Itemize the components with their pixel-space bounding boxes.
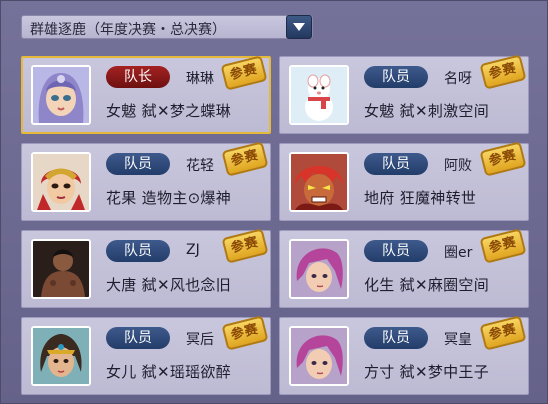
team-roster-panel: 群雄逐鹿（年度决赛・总决赛） 队长 琳琳 女魃 弑✕梦之蝶琳 参赛 队员 名呀 … [0, 0, 548, 404]
member-card[interactable]: 队员 冥皇 方寸 弑✕梦中王子 参赛 [279, 315, 529, 395]
snowman-avatar [289, 65, 349, 125]
player-name: ZJ [186, 242, 200, 258]
member-card[interactable]: 队员 阿败 地府 狂魔神转世 参赛 [279, 141, 529, 221]
member-card[interactable]: 队员 名呀 女魃 弑✕刺激空间 参赛 [279, 54, 529, 134]
role-badge: 队员 [364, 327, 428, 349]
role-badge: 队员 [364, 240, 428, 262]
participant-stamp: 参赛 [479, 228, 527, 264]
player-name: 圈er [444, 245, 473, 261]
competition-dropdown-label: 群雄逐鹿（年度决赛・总决赛） [30, 22, 226, 38]
player-name: 琳琳 [186, 71, 214, 87]
participant-stamp: 参赛 [479, 315, 527, 351]
pink-hair-avatar [289, 239, 349, 299]
character-detail: 女魃 弑✕刺激空间 [364, 102, 490, 120]
role-badge: 队长 [106, 66, 170, 88]
character-detail: 花果 造物主⊙爆神 [106, 189, 232, 207]
character-detail: 大唐 弑✕风也念旧 [106, 276, 232, 294]
player-name: 阿败 [444, 158, 472, 174]
member-card[interactable]: 队员 ZJ 大唐 弑✕风也念旧 参赛 [21, 228, 271, 308]
character-detail: 女儿 弑✕瑶瑶欲醉 [106, 363, 232, 381]
participant-stamp: 参赛 [221, 228, 269, 264]
role-badge: 队员 [364, 153, 428, 175]
pink-hair-avatar [289, 326, 349, 386]
character-detail: 方寸 弑✕梦中王子 [364, 363, 490, 381]
character-detail: 化生 弑✕麻圈空间 [364, 276, 490, 294]
triangle-down-icon [293, 23, 305, 31]
participant-stamp: 参赛 [220, 55, 268, 91]
photo-man-avatar [31, 239, 91, 299]
role-badge: 队员 [106, 153, 170, 175]
dancer-girl-avatar [31, 326, 91, 386]
demon-avatar [289, 152, 349, 212]
character-detail: 地府 狂魔神转世 [364, 189, 477, 207]
participant-stamp: 参赛 [221, 141, 269, 177]
player-name: 花轻 [186, 158, 214, 174]
role-badge: 队员 [106, 327, 170, 349]
dropdown-toggle-button[interactable] [286, 15, 312, 39]
member-card[interactable]: 队员 圈er 化生 弑✕麻圈空间 参赛 [279, 228, 529, 308]
participant-stamp: 参赛 [479, 141, 527, 177]
player-name: 冥皇 [444, 332, 472, 348]
member-card[interactable]: 队员 冥后 女儿 弑✕瑶瑶欲醉 参赛 [21, 315, 271, 395]
monkey-king-avatar [31, 152, 91, 212]
participant-stamp: 参赛 [479, 54, 527, 90]
member-card-leader[interactable]: 队长 琳琳 女魃 弑✕梦之蝶琳 参赛 [21, 55, 271, 134]
competition-dropdown[interactable]: 群雄逐鹿（年度决赛・总决赛） [21, 15, 313, 39]
player-name: 名呀 [444, 71, 472, 87]
participant-stamp: 参赛 [221, 315, 269, 351]
role-badge: 队员 [364, 66, 428, 88]
role-badge: 队员 [106, 240, 170, 262]
player-name: 冥后 [186, 332, 214, 348]
member-card[interactable]: 队员 花轻 花果 造物主⊙爆神 参赛 [21, 141, 271, 221]
character-detail: 女魃 弑✕梦之蝶琳 [106, 102, 232, 120]
fairy-girl-avatar [31, 65, 91, 125]
